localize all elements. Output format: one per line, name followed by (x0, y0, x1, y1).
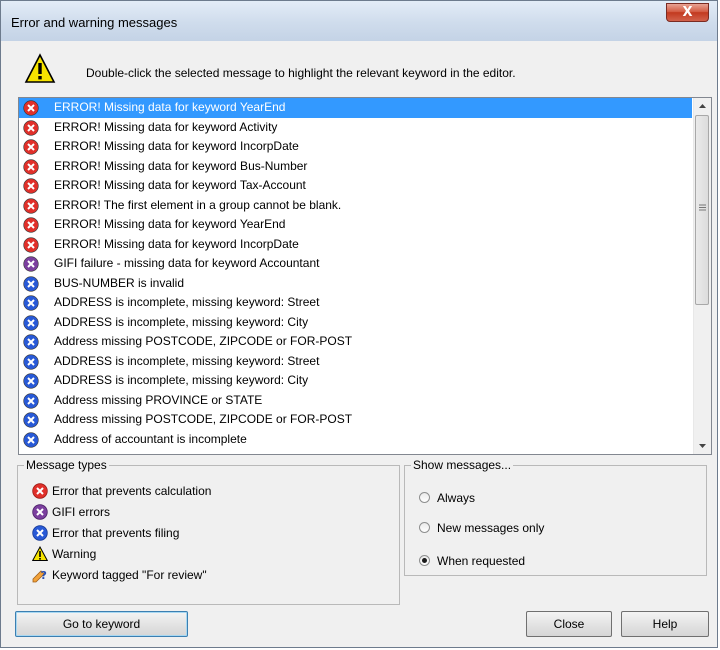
message-types-label: Message types (24, 458, 109, 472)
error-icon (23, 100, 39, 116)
svg-text:?: ? (41, 569, 47, 582)
message-text: Address of accountant is incomplete (54, 431, 247, 446)
message-text: Address missing PROVINCE or STATE (54, 392, 263, 407)
message-text: ERROR! Missing data for keyword Bus-Numb… (54, 158, 308, 173)
message-text: ERROR! Missing data for keyword YearEnd (54, 100, 286, 114)
dialog-window: Error and warning messages X Double-clic… (0, 0, 718, 648)
filing-error-icon (23, 353, 39, 370)
filing-error-icon (32, 525, 48, 541)
messages-list-items: ERROR! Missing data for keyword YearEnd E… (19, 98, 692, 449)
error-icon (23, 197, 39, 214)
error-icon (23, 158, 39, 175)
message-row[interactable]: BUS-NUMBER is invalid (19, 274, 692, 294)
message-text: ERROR! Missing data for keyword IncorpDa… (54, 139, 299, 153)
filing-error-icon (23, 314, 39, 331)
message-types-group: Message types Error that prevents calcul… (17, 458, 400, 605)
message-row[interactable]: ADDRESS is incomplete, missing keyword: … (19, 352, 692, 372)
message-row[interactable]: ERROR! Missing data for keyword Activity (19, 118, 692, 138)
message-text: ERROR! Missing data for keyword Tax-Acco… (54, 178, 306, 192)
dialog-client: Double-click the selected message to hig… (6, 41, 712, 643)
review-icon: ? (32, 569, 47, 583)
filing-error-icon (23, 275, 39, 292)
message-row[interactable]: Address missing PROVINCE or STATE (19, 391, 692, 411)
error-icon (23, 119, 39, 136)
message-text: ADDRESS is incomplete, missing keyword: … (54, 373, 309, 387)
gifi-error-icon (32, 504, 48, 520)
window-title: Error and warning messages (11, 15, 178, 30)
message-row[interactable]: ADDRESS is incomplete, missing keyword: … (19, 293, 692, 313)
help-button[interactable]: Help (621, 611, 709, 637)
message-text: Address missing POSTCODE, ZIPCODE or FOR… (54, 334, 353, 348)
message-text: ERROR! Missing data for keyword YearEnd (54, 217, 286, 231)
message-row[interactable]: ERROR! Missing data for keyword Tax-Acco… (19, 176, 692, 196)
filing-error-icon (23, 334, 39, 350)
message-text: ERROR! Missing data for keyword Activity (54, 119, 278, 134)
vertical-scrollbar[interactable] (693, 98, 711, 454)
filing-error-icon (23, 392, 39, 409)
message-text: ADDRESS is incomplete, missing keyword: … (54, 314, 309, 329)
message-row[interactable]: ADDRESS is incomplete, missing keyword: … (19, 313, 692, 333)
close-icon: X (682, 5, 693, 20)
scroll-down-arrow-icon[interactable] (694, 437, 711, 454)
message-row[interactable]: ADDRESS is incomplete, missing keyword: … (19, 371, 692, 391)
error-icon (23, 139, 39, 155)
message-row[interactable]: ERROR! Missing data for keyword YearEnd (19, 215, 692, 235)
error-icon (23, 236, 39, 253)
filing-error-icon (23, 295, 39, 311)
warning-icon (32, 546, 48, 561)
show-messages-group: Show messages... Always New messages onl… (404, 458, 707, 576)
close-button[interactable]: Close (526, 611, 612, 637)
message-text: ERROR! The first element in a group cann… (54, 197, 342, 212)
warning-icon (24, 53, 56, 83)
radio-button-icon[interactable] (419, 492, 430, 503)
message-row[interactable]: ERROR! Missing data for keyword IncorpDa… (19, 137, 692, 157)
message-text: Address missing POSTCODE, ZIPCODE or FOR… (54, 412, 353, 426)
message-text: BUS-NUMBER is invalid (54, 275, 185, 290)
instruction-text: Double-click the selected message to hig… (86, 66, 516, 80)
message-row[interactable]: Address of accountant is incomplete (19, 430, 692, 450)
message-text: GIFI failure - missing data for keyword … (54, 256, 320, 270)
title-bar[interactable]: Error and warning messages X (1, 1, 717, 41)
go-to-keyword-button[interactable]: Go to keyword (15, 611, 188, 637)
error-icon (23, 178, 39, 194)
scrollbar-thumb[interactable] (695, 115, 709, 305)
filing-error-icon (23, 412, 39, 428)
message-row[interactable]: ERROR! Missing data for keyword Bus-Numb… (19, 157, 692, 177)
message-row[interactable]: Address missing POSTCODE, ZIPCODE or FOR… (19, 332, 692, 352)
error-icon (23, 217, 39, 233)
filing-error-icon (23, 431, 39, 448)
radio-button-icon[interactable] (419, 522, 430, 533)
message-text: ERROR! Missing data for keyword IncorpDa… (54, 236, 299, 251)
window-close-button[interactable]: X (666, 3, 709, 22)
filing-error-icon (23, 373, 39, 389)
radio-button-icon[interactable] (419, 555, 430, 566)
grip-icon (699, 204, 706, 211)
message-row[interactable]: Address missing POSTCODE, ZIPCODE or FOR… (19, 410, 692, 430)
messages-list[interactable]: ERROR! Missing data for keyword YearEnd E… (18, 97, 712, 455)
gifi-error-icon (23, 256, 39, 272)
message-row[interactable]: ERROR! The first element in a group cann… (19, 196, 692, 216)
message-row[interactable]: ERROR! Missing data for keyword IncorpDa… (19, 235, 692, 255)
message-row[interactable]: ERROR! Missing data for keyword YearEnd (19, 98, 692, 118)
error-icon (32, 483, 48, 499)
scroll-up-arrow-icon[interactable] (694, 98, 711, 115)
message-text: ADDRESS is incomplete, missing keyword: … (54, 353, 320, 368)
message-text: ADDRESS is incomplete, missing keyword: … (54, 295, 320, 309)
show-messages-label: Show messages... (411, 458, 514, 472)
message-row[interactable]: GIFI failure - missing data for keyword … (19, 254, 692, 274)
